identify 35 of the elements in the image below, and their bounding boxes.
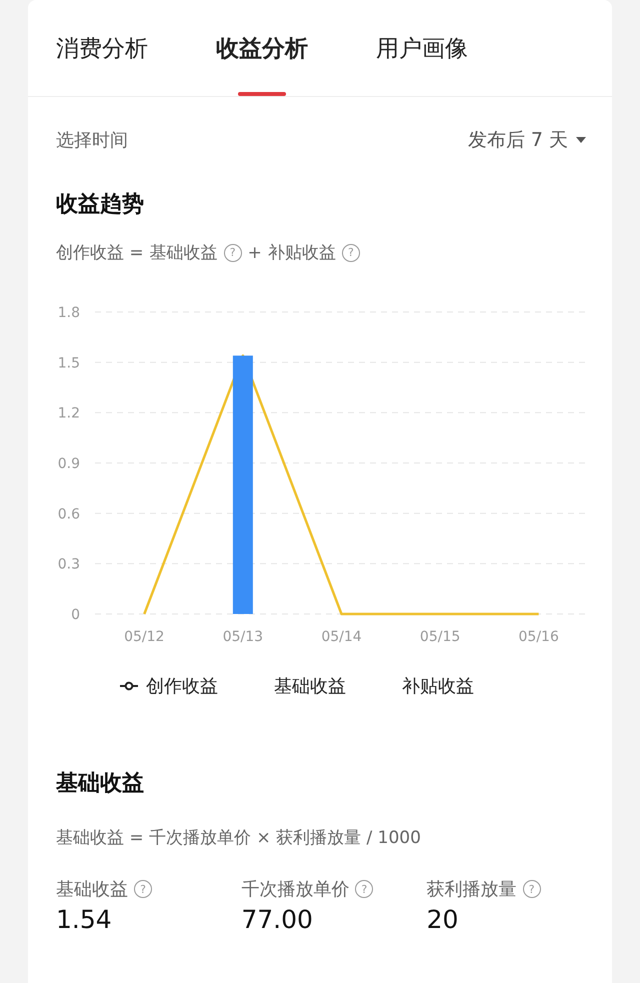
legend-label[interactable]: 补贴收益 [402,674,474,698]
tab[interactable]: 收益分析 [216,0,308,96]
metric-label: 基础收益 [56,878,128,901]
metric-label: 千次播放单价 [241,878,350,901]
y-axis-label: 1.5 [58,355,80,372]
y-axis-label: 1.2 [58,406,80,422]
formula-text: 补贴收益 [268,242,336,264]
y-axis-label: 0.3 [58,556,80,573]
section-title: 收益趋势 [56,191,145,219]
x-axis-label: 05/14 [321,629,362,645]
x-axis-label: 05/16 [518,629,559,645]
section-title: 基础收益 [56,770,145,798]
y-axis-label: 0.9 [58,456,80,472]
tab[interactable]: 消费分析 [56,0,148,96]
legend-label[interactable]: 创作收益 [146,674,218,698]
tab[interactable]: 用户画像 [376,0,468,96]
formula-text: 基础收益 [150,242,218,264]
legend-line-icon [120,681,138,691]
time-dropdown[interactable]: 发布后 7 天 [468,127,586,153]
formula-text: 基础收益 = 千次播放单价 × 获利播放量 / 1000 [56,827,422,849]
formula-text: 创作收益 = [56,242,144,264]
metric-value: 1.54 [56,905,113,934]
legend-label[interactable]: 基础收益 [274,674,346,698]
x-axis-label: 05/15 [420,629,460,645]
time-filter-label: 选择时间 [56,129,128,152]
metric-value: 77.00 [241,905,314,934]
caret-icon [576,137,586,143]
metric-value: 20 [426,905,460,934]
x-axis-label: 05/12 [124,629,164,645]
y-axis-label: 0 [71,607,80,623]
y-axis-label: 0.6 [58,506,80,522]
metric-label: 获利播放量 [426,878,517,901]
y-axis-label: 1.8 [58,305,80,321]
x-axis-label: 05/13 [222,629,264,645]
formula-text: + [248,242,262,262]
